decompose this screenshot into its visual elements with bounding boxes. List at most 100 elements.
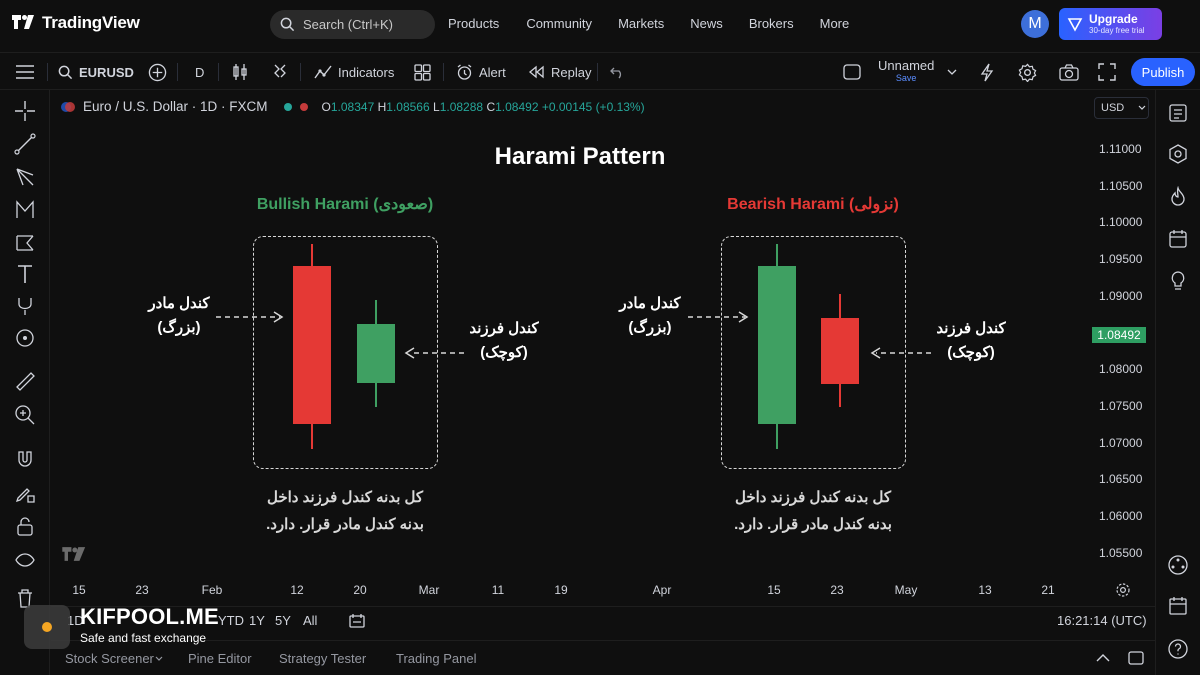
maximize-panel-icon[interactable] xyxy=(1128,651,1144,665)
bullish-description: کل بدنه کندل فرزند داخل بدنه کندل مادر ق… xyxy=(266,484,424,538)
interval-label: D xyxy=(195,64,205,80)
symbol-search-button[interactable]: EURUSD xyxy=(58,53,134,91)
bearish-child-candle xyxy=(821,318,859,384)
price-tick: 1.07500 xyxy=(1099,399,1143,413)
time-tick: 15 xyxy=(767,583,781,597)
pitchfork-icon xyxy=(16,168,34,186)
user-avatar[interactable]: M xyxy=(1021,10,1049,38)
layout-menu-button[interactable] xyxy=(947,53,957,91)
trend-line-icon xyxy=(14,133,36,155)
tab-stock-screener[interactable]: Stock Screener xyxy=(65,651,154,666)
layout-name-button[interactable]: Unnamed Save xyxy=(878,59,934,84)
bearish-mother-label: کندل مادر (بزرگ) xyxy=(619,292,680,340)
separator xyxy=(177,63,178,81)
replay-button[interactable]: Replay xyxy=(528,53,591,91)
upgrade-icon xyxy=(1067,18,1083,32)
publish-button[interactable]: Publish xyxy=(1131,58,1195,86)
hide-tool[interactable] xyxy=(12,547,38,573)
object-tree-button[interactable] xyxy=(1165,552,1191,578)
drawing-toolbar xyxy=(0,90,50,675)
bullish-child-candle xyxy=(357,324,395,383)
nav-products[interactable]: Products xyxy=(448,16,499,31)
time-tick: 12 xyxy=(290,583,304,597)
nav-community[interactable]: Community xyxy=(526,16,592,31)
text-tool[interactable] xyxy=(12,261,38,287)
kifpool-logo-dot xyxy=(42,622,52,632)
interval-button[interactable]: D xyxy=(195,53,204,91)
zoom-tool[interactable] xyxy=(12,402,38,428)
nav-news[interactable]: News xyxy=(690,16,723,31)
indicators-button[interactable]: Indicators xyxy=(314,53,394,91)
drawing-mode-tool[interactable] xyxy=(12,480,38,506)
plus-circle-icon xyxy=(148,63,167,81)
hexagon-icon xyxy=(1169,144,1187,164)
range-5y[interactable]: 5Y xyxy=(275,613,291,628)
bearish-mother-label-line1: کندل مادر xyxy=(619,295,681,312)
bullish-description-line1: کل بدنه کندل فرزند داخل xyxy=(266,489,424,506)
maximize-button[interactable] xyxy=(1098,53,1116,91)
layouts-button[interactable] xyxy=(414,53,431,91)
bearish-mother-candle xyxy=(758,266,796,424)
settings-button[interactable] xyxy=(1018,53,1037,91)
calendar-button[interactable] xyxy=(1165,226,1191,252)
chart-toolbar: EURUSD D Indicators Alert Replay Unnamed… xyxy=(0,52,1200,90)
ideas-button[interactable] xyxy=(1165,268,1191,294)
replay-label: Replay xyxy=(551,64,592,80)
tab-pine-editor[interactable]: Pine Editor xyxy=(188,651,252,666)
range-1y[interactable]: 1Y xyxy=(249,613,265,628)
chart-type-button[interactable] xyxy=(232,53,248,91)
alerts-panel-button[interactable] xyxy=(1165,141,1191,167)
search-input[interactable]: Search (Ctrl+K) xyxy=(270,10,435,39)
quick-search-button[interactable] xyxy=(980,53,994,91)
tab-trading-panel[interactable]: Trading Panel xyxy=(396,651,476,666)
pattern-tool[interactable] xyxy=(12,197,38,223)
separator xyxy=(443,63,444,81)
alert-button[interactable]: Alert xyxy=(456,53,506,91)
magnet-icon xyxy=(18,451,32,467)
icons-tool[interactable] xyxy=(12,325,38,351)
projection-tool[interactable] xyxy=(12,229,38,255)
undo-button[interactable] xyxy=(610,53,626,91)
list-icon xyxy=(1169,104,1187,122)
data-window-button[interactable] xyxy=(1165,593,1191,619)
chart-pane[interactable]: Euro / U.S. Dollar · 1D · FXCM O1.08347 … xyxy=(51,91,1155,606)
hotlists-button[interactable] xyxy=(1165,184,1191,210)
watchlist-button[interactable] xyxy=(1165,100,1191,126)
clock[interactable]: 16:21:14 (UTC) xyxy=(1057,613,1147,628)
trend-line-tool[interactable] xyxy=(12,131,38,157)
nav-brokers[interactable]: Brokers xyxy=(749,16,794,31)
grid-icon xyxy=(414,63,431,81)
compare-button[interactable] xyxy=(148,53,167,91)
candles-icon xyxy=(233,64,247,80)
upgrade-button[interactable]: Upgrade 30-day free trial xyxy=(1059,8,1162,40)
bearish-mother-label-line2: (بزرگ) xyxy=(628,319,672,336)
chevron-up-icon[interactable] xyxy=(1096,653,1110,663)
gear-icon[interactable] xyxy=(1115,582,1131,598)
crosshair-tool[interactable] xyxy=(12,98,38,124)
fullscreen-toggle[interactable] xyxy=(843,53,861,91)
bearish-child-label: کندل فرزند (کوچک) xyxy=(936,317,1005,365)
menu-button[interactable] xyxy=(16,53,34,91)
chevron-down-icon[interactable] xyxy=(155,656,163,662)
tradingview-logo[interactable]: TradingView xyxy=(12,13,140,33)
range-all[interactable]: All xyxy=(303,613,317,628)
ruler-tool[interactable] xyxy=(12,368,38,394)
target-icon xyxy=(16,329,34,347)
lock-tool[interactable] xyxy=(12,513,38,539)
price-axis[interactable]: 1.11000 1.10500 1.10000 1.09500 1.09000 … xyxy=(1099,91,1155,606)
snapshot-button[interactable] xyxy=(1059,53,1079,91)
tab-strategy-tester[interactable]: Strategy Tester xyxy=(279,651,366,666)
goto-date-icon[interactable] xyxy=(348,613,366,629)
magnet-tool[interactable] xyxy=(12,446,38,472)
bullish-child-label-line2: (کوچک) xyxy=(480,344,528,361)
nav-markets[interactable]: Markets xyxy=(618,16,664,31)
chevron-down-icon xyxy=(947,69,957,75)
bullish-child-label-line1: کندل فرزند xyxy=(469,320,539,337)
fib-tool[interactable] xyxy=(12,164,38,190)
camera-icon xyxy=(1059,63,1079,81)
measure-tool[interactable] xyxy=(12,293,38,319)
indicator-templates-button[interactable] xyxy=(272,53,288,91)
time-tick: 23 xyxy=(830,583,844,597)
help-button[interactable] xyxy=(1165,636,1191,662)
nav-more[interactable]: More xyxy=(820,16,850,31)
